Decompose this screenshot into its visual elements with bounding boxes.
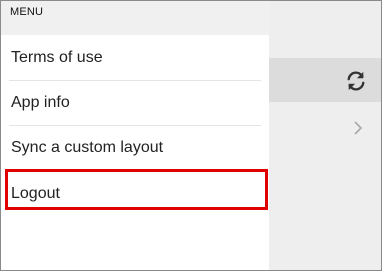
- menu-item-app-info[interactable]: App info: [9, 81, 261, 126]
- menu-item-logout[interactable]: Logout: [9, 171, 261, 216]
- menu-item-label: Logout: [11, 184, 60, 202]
- menu-item-label: Terms of use: [11, 49, 103, 66]
- sync-icon[interactable]: [345, 71, 367, 91]
- menu-item-terms-of-use[interactable]: Terms of use: [9, 36, 261, 81]
- navigation-drawer: MENU Terms of use App info Sync a custom…: [1, 1, 269, 270]
- screen-frame: MENU Terms of use App info Sync a custom…: [0, 0, 382, 271]
- menu-item-sync-custom-layout[interactable]: Sync a custom layout: [9, 126, 261, 171]
- menu-item-label: Sync a custom layout: [11, 139, 164, 156]
- chevron-right-icon: [354, 121, 363, 135]
- drawer-header: MENU: [1, 1, 269, 35]
- menu-item-label: App info: [11, 94, 70, 111]
